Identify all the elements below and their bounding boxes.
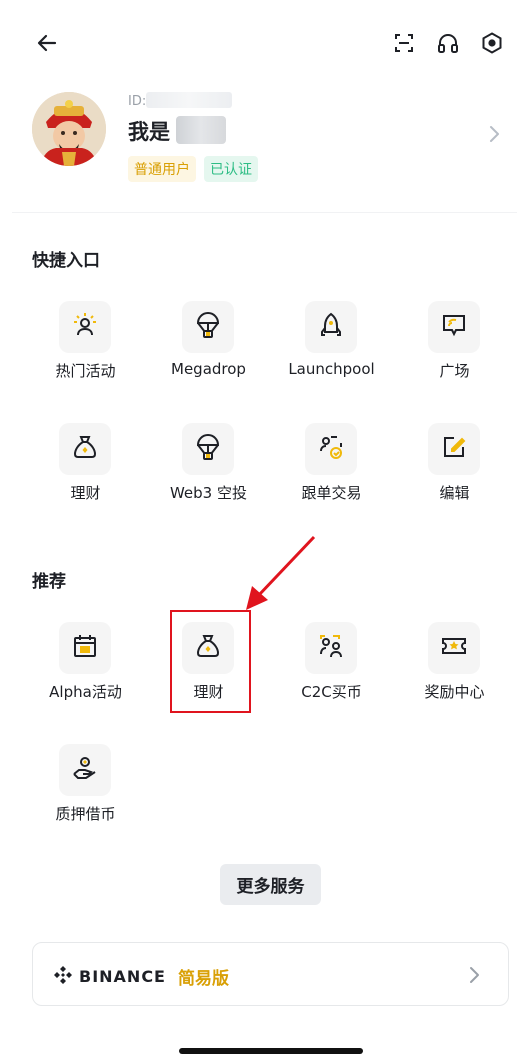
shortcut-label: Megadrop [171, 360, 246, 378]
binance-logo-icon [53, 965, 73, 989]
hand-coin-icon [71, 754, 99, 786]
shortcut-label: 理财 [70, 484, 101, 502]
uid-redacted [146, 92, 232, 108]
user-level-badge: 普通用户 [128, 156, 196, 182]
chevron-right-icon [466, 965, 482, 985]
shortcut-square[interactable]: 广场 [393, 301, 516, 401]
shortcut-web3-airdrop[interactable]: Web3 空投 [147, 423, 270, 523]
nickname-redacted [176, 116, 226, 144]
recommended-label: Alpha活动 [49, 683, 122, 701]
shortcut-edit[interactable]: 编辑 [393, 423, 516, 523]
recommended-alpha-activities[interactable]: Alpha活动 [24, 622, 147, 722]
money-bag-icon [71, 433, 99, 465]
verified-badge: 已认证 [204, 156, 258, 182]
recommended-label: 奖励中心 [424, 683, 485, 701]
edit-icon [440, 433, 468, 465]
hexagon-settings-icon[interactable] [477, 28, 507, 58]
calendar-alpha-icon [71, 632, 99, 664]
recommended-title: 推荐 [32, 572, 66, 592]
recommended-label: C2C买币 [301, 683, 362, 701]
shortcut-label: Launchpool [288, 360, 375, 378]
rocket-icon [317, 311, 345, 343]
profile-section[interactable]: ID: 我是 普通用户 已认证 [0, 90, 529, 190]
home-indicator [179, 1048, 363, 1054]
cast-screen-icon [440, 311, 468, 343]
headset-icon[interactable] [433, 28, 463, 58]
recommended-c2c[interactable]: C2C买币 [270, 622, 393, 722]
shortcut-label: Web3 空投 [169, 484, 247, 502]
shortcut-label: 热门活动 [55, 362, 116, 380]
shortcut-megadrop[interactable]: Megadrop [147, 301, 270, 401]
divider [12, 212, 517, 213]
highlight-box [170, 610, 251, 713]
shortcut-label: 编辑 [439, 484, 470, 502]
shortcut-earn[interactable]: 理财 [24, 423, 147, 523]
shortcut-label: 广场 [439, 362, 470, 380]
recommended-label: 质押借币 [55, 805, 116, 823]
parachute-icon [194, 311, 222, 343]
recommended-rewards-center[interactable]: 奖励中心 [393, 622, 516, 722]
shortcut-launchpool[interactable]: Launchpool [270, 301, 393, 401]
parachute-icon [194, 433, 222, 465]
person-sparkle-icon [71, 311, 99, 343]
binance-lite-card[interactable]: BINANCE 简易版 [32, 942, 509, 1006]
shortcut-copy-trading[interactable]: 跟单交易 [270, 423, 393, 523]
scan-icon[interactable] [389, 28, 419, 58]
chevron-right-icon[interactable] [485, 124, 503, 144]
shortcut-hot-activities[interactable]: 热门活动 [24, 301, 147, 401]
shortcut-label: 跟单交易 [301, 484, 362, 502]
binance-brand: BINANCE [79, 967, 166, 986]
shortcuts-title: 快捷入口 [32, 251, 100, 271]
ticket-star-icon [440, 632, 468, 664]
uid-label: ID: [128, 94, 147, 109]
copy-trade-icon [317, 433, 345, 465]
more-services-button[interactable]: 更多服务 [220, 864, 321, 905]
top-bar [0, 22, 529, 62]
c2c-users-icon [317, 632, 345, 664]
lite-mode-label: 简易版 [177, 969, 229, 989]
back-arrow-icon[interactable] [32, 28, 62, 58]
nickname: 我是 [128, 120, 170, 144]
avatar[interactable] [32, 92, 106, 166]
recommended-loan[interactable]: 质押借币 [24, 744, 147, 844]
